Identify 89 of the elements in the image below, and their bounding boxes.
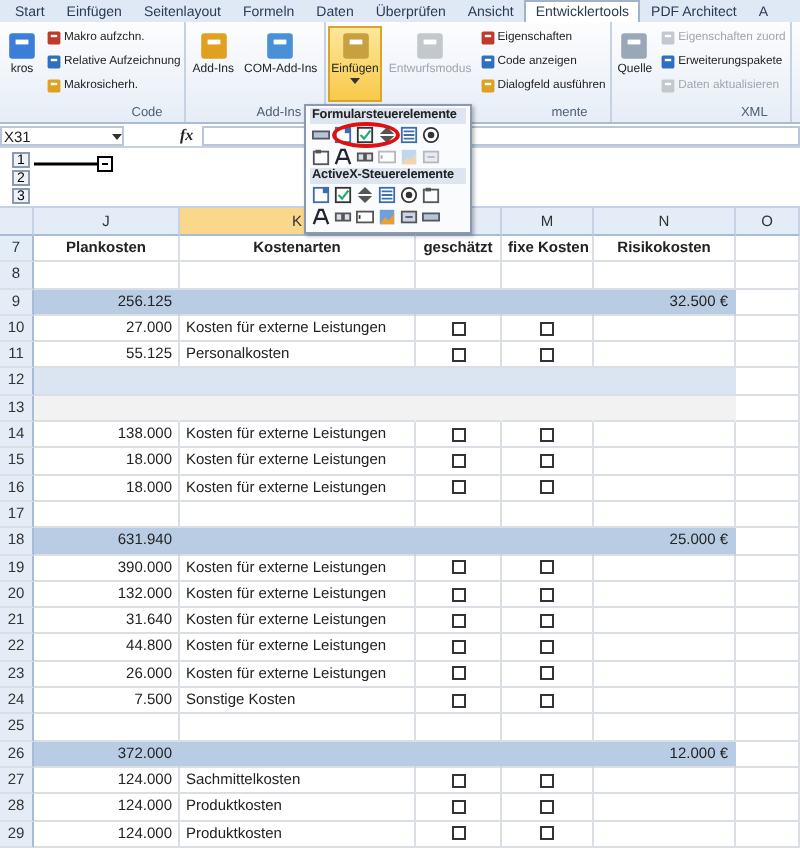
label-control-icon[interactable] — [312, 208, 330, 226]
checkbox[interactable] — [540, 560, 554, 575]
table-cell — [736, 448, 800, 476]
toggle-button-icon[interactable] — [400, 208, 418, 226]
combo-box-icon[interactable] — [312, 186, 330, 204]
button-control-icon[interactable] — [312, 126, 330, 144]
checkbox[interactable] — [540, 587, 554, 601]
checkbox[interactable] — [540, 693, 554, 708]
checkbox[interactable] — [540, 480, 554, 495]
checkbox[interactable] — [451, 640, 465, 655]
caret-icon — [350, 78, 361, 84]
table-cell — [736, 688, 800, 715]
table-cell — [736, 794, 800, 822]
table-cell — [736, 821, 800, 848]
checkbox[interactable] — [540, 826, 554, 841]
checkbox[interactable] — [451, 613, 465, 628]
toolbar-icon — [479, 77, 496, 93]
toolbar-icon — [46, 29, 62, 45]
checkbox[interactable] — [451, 587, 465, 601]
checkbox[interactable] — [540, 773, 554, 788]
toolbar-icon — [660, 29, 677, 45]
button-control-icon[interactable] — [422, 208, 440, 226]
toolbar-icon — [414, 30, 447, 62]
table-cell — [736, 475, 800, 502]
table-cell — [736, 608, 800, 635]
checkbox[interactable] — [540, 666, 554, 681]
checkbox[interactable] — [451, 826, 465, 841]
table-cell — [736, 528, 800, 556]
checkbox[interactable] — [451, 427, 465, 442]
table-cell — [736, 315, 800, 343]
checkbox-control-icon[interactable] — [356, 126, 374, 144]
checkbox[interactable] — [540, 454, 554, 469]
checkbox[interactable] — [451, 773, 465, 788]
toolbar-icon — [479, 53, 496, 69]
scrollbar-control-icon[interactable] — [356, 148, 374, 166]
table-cell — [736, 262, 800, 290]
checkbox[interactable] — [451, 321, 465, 336]
toolbar-icon — [6, 30, 38, 62]
table-cell — [736, 741, 800, 768]
checkbox[interactable] — [540, 799, 554, 814]
checkbox[interactable] — [540, 427, 554, 442]
table-cell — [736, 236, 800, 263]
toolbar-icon — [46, 53, 62, 69]
list-box-icon[interactable] — [400, 126, 418, 144]
toolbar-icon — [339, 30, 372, 62]
checkbox[interactable] — [540, 321, 554, 336]
option-button-icon[interactable] — [422, 126, 440, 144]
table-cell — [594, 368, 736, 396]
highlight-ellipse — [332, 122, 400, 148]
checkbox[interactable] — [451, 480, 465, 495]
checkbox[interactable] — [451, 693, 465, 708]
checkbox[interactable] — [451, 666, 465, 681]
function-button[interactable]: fx — [180, 126, 194, 144]
toolbar-icon — [479, 29, 496, 45]
checkbox-control-icon[interactable] — [334, 186, 352, 204]
checkbox[interactable] — [451, 347, 465, 362]
group-box-icon[interactable] — [422, 186, 440, 204]
outline-bracket-drawing[interactable] — [34, 156, 114, 176]
toolbar-icon — [660, 53, 677, 69]
scrollbar-control-icon[interactable] — [334, 208, 352, 226]
table-cell — [736, 767, 800, 795]
table-cell — [736, 395, 800, 423]
table-cell — [736, 555, 800, 582]
table-cell — [736, 368, 800, 396]
table-cell — [736, 422, 800, 449]
checkbox[interactable] — [540, 640, 554, 655]
list-box-icon[interactable] — [378, 186, 396, 204]
group-box-icon[interactable] — [312, 148, 330, 166]
table-cell — [594, 395, 736, 423]
table-cell — [736, 501, 800, 529]
table-cell — [736, 714, 800, 742]
toolbar-icon — [618, 30, 651, 62]
toolbar-icon — [46, 77, 62, 93]
label-control-icon[interactable] — [334, 148, 352, 166]
option-button-icon[interactable] — [400, 186, 418, 204]
table-cell — [736, 634, 800, 662]
text-field-icon[interactable] — [356, 208, 374, 226]
toolbar-icon — [660, 77, 677, 93]
table-cell — [736, 661, 800, 689]
checkbox[interactable] — [540, 613, 554, 628]
checkbox[interactable] — [451, 560, 465, 575]
toolbar-icon — [197, 30, 230, 62]
checkbox[interactable] — [540, 347, 554, 362]
checkbox[interactable] — [451, 454, 465, 469]
table-cell — [736, 342, 800, 369]
table-cell — [736, 289, 800, 316]
checkbox[interactable] — [451, 799, 465, 814]
table-cell — [736, 581, 800, 609]
toolbar-icon — [264, 30, 297, 62]
